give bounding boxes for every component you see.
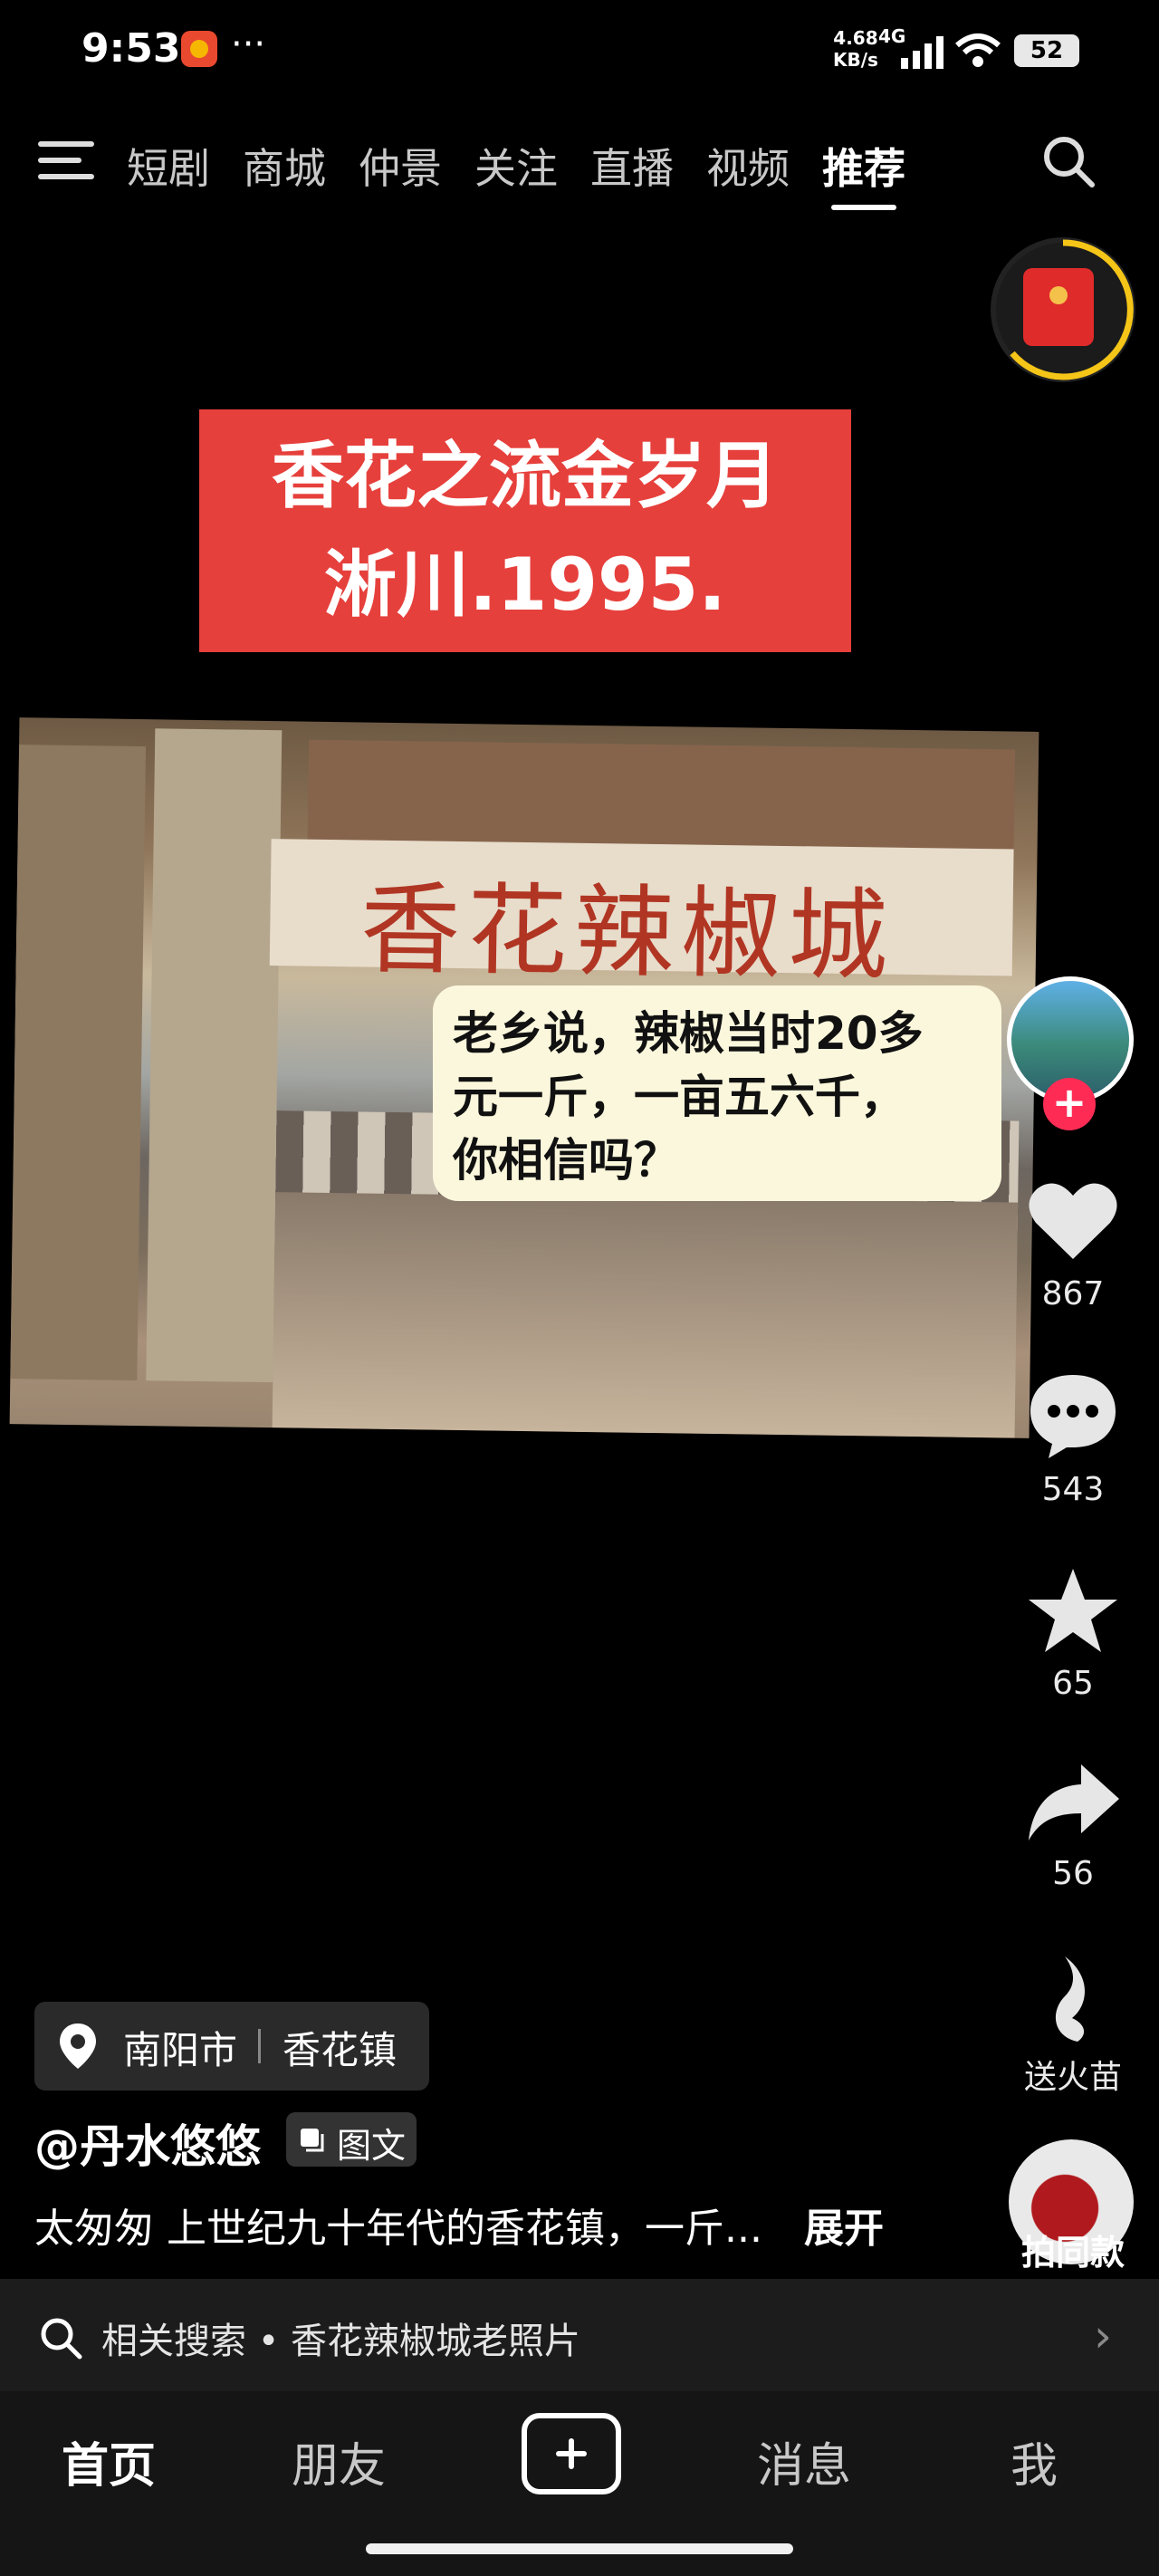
location-divider xyxy=(258,2029,261,2063)
chevron-right-icon[interactable]: › xyxy=(1094,2310,1112,2362)
network-speed: 4.68 KB/s xyxy=(833,27,878,71)
tab-recommend[interactable]: 推荐 xyxy=(822,136,905,210)
speed-unit: KB/s xyxy=(833,49,878,71)
menu-icon[interactable] xyxy=(38,136,98,187)
photo-caption-bubble: 老乡说，辣椒当时20多 元一斤，一亩五六千， 你相信吗？ xyxy=(433,985,1001,1201)
location-town: 香花镇 xyxy=(283,2028,398,2072)
photo-street xyxy=(272,1192,1019,1438)
tab-following[interactable]: 关注 xyxy=(474,136,558,193)
tab-local[interactable]: 仲景 xyxy=(359,136,442,193)
banner-line-1: 香花之流金岁月 xyxy=(272,434,779,518)
status-more: ··· xyxy=(231,24,266,65)
fire-icon[interactable] xyxy=(1025,1953,1121,2043)
share-icon[interactable] xyxy=(1025,1757,1121,1848)
nav-me[interactable]: 我 xyxy=(1011,2427,1058,2495)
bubble-line-3: 你相信吗？ xyxy=(453,1134,679,1187)
post-caption: 太匆匆 上世纪九十年代的香花镇，一斤... xyxy=(34,2206,762,2252)
photo-gate-roof xyxy=(307,739,1016,850)
nav-home[interactable]: 首页 xyxy=(62,2427,156,2495)
tab-short-drama[interactable]: 短剧 xyxy=(127,136,210,193)
nav-friends[interactable]: 朋友 xyxy=(292,2427,386,2495)
speed-value: 4.68 xyxy=(833,27,878,49)
signal-icon xyxy=(901,36,943,69)
photo-sign-text: 香花辣椒城 xyxy=(359,870,896,995)
status-time: 9:53 xyxy=(81,25,181,72)
photo-building-left xyxy=(10,745,147,1381)
like-count: 867 xyxy=(1041,1275,1105,1312)
bubble-line-2: 元一斤，一亩五六千， xyxy=(453,1071,905,1123)
heart-icon[interactable] xyxy=(1025,1176,1121,1266)
comment-icon[interactable] xyxy=(1025,1370,1121,1460)
search-icon xyxy=(41,2318,82,2360)
tab-mall[interactable]: 商城 xyxy=(243,136,326,193)
app-notification-icon xyxy=(181,31,217,67)
image-text-icon xyxy=(301,2129,324,2152)
bubble-line-1: 老乡说，辣椒当时20多 xyxy=(453,1007,924,1060)
fire-label: 送火苗 xyxy=(1023,2059,1122,2096)
banner-line-2: 淅川.1995. xyxy=(324,543,726,627)
search-icon[interactable] xyxy=(1041,134,1096,188)
tab-live[interactable]: 直播 xyxy=(590,136,674,193)
star-icon[interactable] xyxy=(1025,1565,1121,1656)
top-tabs: 短剧 商城 仲景 关注 直播 视频 推荐 xyxy=(127,136,938,210)
nav-messages[interactable]: 消息 xyxy=(757,2427,851,2495)
author-name[interactable]: @丹水悠悠 xyxy=(34,2110,261,2176)
create-post-button[interactable] xyxy=(522,2413,621,2494)
location-pin-icon xyxy=(60,2023,96,2069)
post-type-label: 图文 xyxy=(337,2126,407,2166)
expand-button[interactable]: 展开 xyxy=(804,2196,884,2254)
music-label[interactable]: 拍同款 xyxy=(996,2225,1150,2274)
photo-gate-pillar xyxy=(146,728,283,1383)
wifi-icon xyxy=(955,34,1001,67)
battery-icon: 52 xyxy=(1014,34,1079,67)
red-envelope-icon xyxy=(1023,268,1094,346)
location-city: 南阳市 xyxy=(123,2028,238,2072)
tab-video[interactable]: 视频 xyxy=(706,136,790,193)
related-search-text[interactable]: 相关搜索 • 香花辣椒城老照片 xyxy=(101,2312,580,2364)
follow-button[interactable]: + xyxy=(1043,1078,1096,1130)
video-title-banner: 香花之流金岁月 淅川.1995. xyxy=(199,409,851,652)
comment-count: 543 xyxy=(1041,1471,1105,1508)
favorite-count: 65 xyxy=(1052,1665,1094,1702)
home-indicator xyxy=(366,2543,793,2554)
share-count: 56 xyxy=(1052,1855,1094,1892)
